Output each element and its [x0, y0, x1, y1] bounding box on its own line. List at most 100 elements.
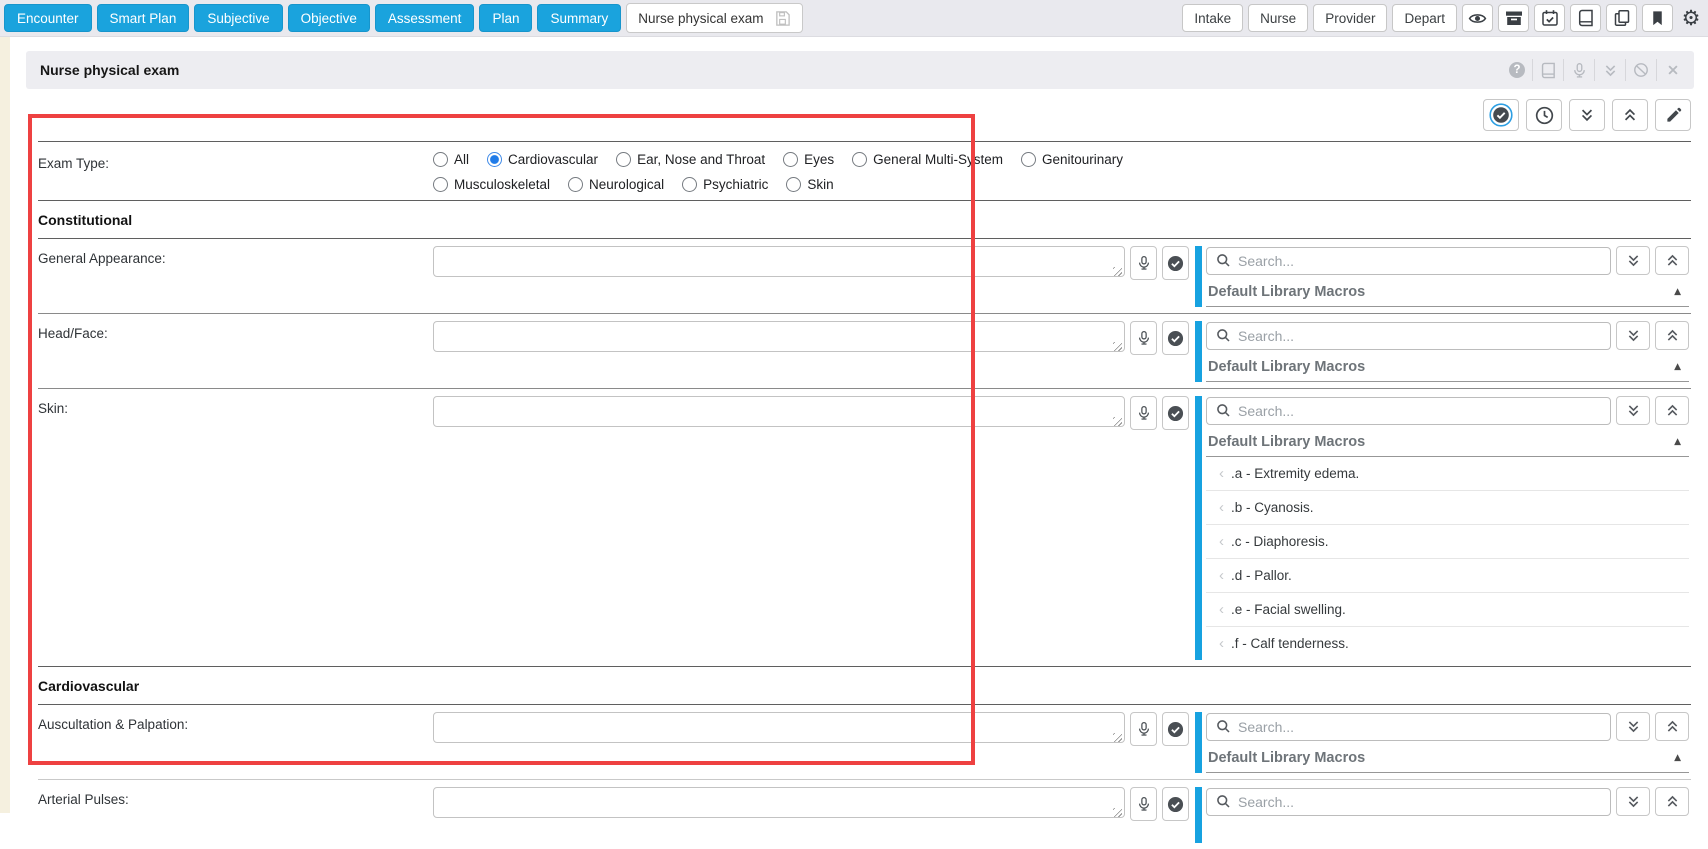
skin-textarea[interactable] — [433, 396, 1125, 427]
microphone-icon[interactable] — [1564, 59, 1595, 81]
nav-button-assessment[interactable]: Assessment — [375, 4, 475, 32]
macro-group-header[interactable]: Default Library Macros ▲ — [1206, 356, 1689, 382]
radio-genitourinary[interactable]: Genitourinary — [1021, 152, 1123, 167]
field-row-skin: Skin: D — [38, 388, 1691, 666]
macro-group-header[interactable]: Default Library Macros ▲ — [1206, 747, 1689, 773]
archive-button[interactable] — [1498, 4, 1529, 32]
confirm-normal-button[interactable] — [1162, 396, 1189, 430]
clock-icon — [1535, 106, 1554, 125]
dictate-button[interactable] — [1130, 787, 1157, 821]
macro-search-input[interactable] — [1238, 794, 1601, 810]
nav-button-subjective[interactable]: Subjective — [194, 4, 282, 32]
nav-button-objective[interactable]: Objective — [288, 4, 370, 32]
gear-icon: ⚙ — [1682, 8, 1701, 29]
schedule-button[interactable] — [1534, 4, 1565, 32]
bookmark-button[interactable] — [1642, 4, 1673, 32]
confirm-normal-button[interactable] — [1162, 787, 1189, 821]
macro-search-input[interactable] — [1238, 328, 1601, 344]
auscultation-textarea[interactable] — [433, 712, 1125, 743]
expand-macros-button[interactable] — [1616, 246, 1650, 275]
ban-icon[interactable] — [1626, 59, 1657, 81]
history-button[interactable] — [1526, 99, 1562, 131]
bookmark-icon — [1649, 10, 1666, 27]
search-icon — [1216, 794, 1231, 809]
expand-macros-button[interactable] — [1616, 396, 1650, 425]
exam-type-label: Exam Type: — [38, 151, 433, 192]
radio-circle — [786, 177, 801, 192]
nav-button-plan[interactable]: Plan — [479, 4, 532, 32]
expand-all-sections-button[interactable] — [1569, 99, 1605, 131]
macro-group-header[interactable]: Default Library Macros ▲ — [1206, 431, 1689, 457]
help-icon[interactable]: ? — [1502, 59, 1533, 81]
stage-button-provider[interactable]: Provider — [1313, 4, 1387, 32]
macro-search-input[interactable] — [1238, 719, 1601, 735]
stage-button-depart[interactable]: Depart — [1392, 4, 1457, 32]
macro-search-box — [1206, 322, 1611, 350]
library-button[interactable] — [1570, 4, 1601, 32]
radio-all[interactable]: All — [433, 152, 469, 167]
confirm-normal-button[interactable] — [1162, 321, 1189, 355]
macro-search-input[interactable] — [1238, 403, 1601, 419]
edit-button[interactable] — [1655, 99, 1691, 131]
macro-search-box — [1206, 713, 1611, 741]
macro-group-header[interactable]: Default Library Macros ▲ — [1206, 281, 1689, 307]
macro-search-box — [1206, 247, 1611, 275]
collapse-macros-button[interactable] — [1655, 246, 1689, 275]
radio-ear-nose-throat[interactable]: Ear, Nose and Throat — [616, 152, 765, 167]
collapse-macros-button[interactable] — [1655, 396, 1689, 425]
form-actions-row — [10, 89, 1708, 141]
stage-button-intake[interactable]: Intake — [1182, 4, 1243, 32]
head-face-textarea[interactable] — [433, 321, 1125, 352]
preview-button[interactable] — [1462, 4, 1493, 32]
macro-item-diaphoresis[interactable]: ‹.c - Diaphoresis. — [1206, 525, 1689, 559]
macro-item-facial-swelling[interactable]: ‹.e - Facial swelling. — [1206, 593, 1689, 627]
nav-button-encounter[interactable]: Encounter — [4, 4, 92, 32]
radio-psychiatric[interactable]: Psychiatric — [682, 177, 768, 192]
expand-macros-button[interactable] — [1616, 787, 1650, 816]
stage-button-nurse[interactable]: Nurse — [1248, 4, 1308, 32]
general-appearance-textarea[interactable] — [433, 246, 1125, 277]
nav-button-summary[interactable]: Summary — [537, 4, 621, 32]
exam-form: Exam Type: All Cardiovascular Ear, Nose … — [38, 141, 1691, 849]
radio-circle — [568, 177, 583, 192]
field-label: Skin: — [38, 396, 433, 660]
arterial-pulses-textarea[interactable] — [433, 787, 1125, 818]
collapse-macros-button[interactable] — [1655, 321, 1689, 350]
nav-button-smart-plan[interactable]: Smart Plan — [97, 4, 190, 32]
dictate-button[interactable] — [1130, 396, 1157, 430]
active-tab-label: Nurse physical exam — [638, 11, 763, 26]
radio-skin[interactable]: Skin — [786, 177, 833, 192]
expand-macros-button[interactable] — [1616, 321, 1650, 350]
complete-button[interactable] — [1483, 99, 1519, 131]
dictate-button[interactable] — [1130, 321, 1157, 355]
radio-musculoskeletal[interactable]: Musculoskeletal — [433, 177, 550, 192]
confirm-normal-button[interactable] — [1162, 712, 1189, 746]
macro-item-pallor[interactable]: ‹.d - Pallor. — [1206, 559, 1689, 593]
active-tab-nurse-physical-exam[interactable]: Nurse physical exam — [626, 3, 802, 33]
radio-eyes[interactable]: Eyes — [783, 152, 834, 167]
top-toolbar: Encounter Smart Plan Subjective Objectiv… — [0, 0, 1708, 37]
collapse-panel-icon[interactable] — [1595, 59, 1626, 81]
copy-forward-button[interactable] — [1606, 4, 1637, 32]
radio-neurological[interactable]: Neurological — [568, 177, 664, 192]
macro-item-extremity-edema[interactable]: ‹.a - Extremity edema. — [1206, 457, 1689, 491]
collapse-all-sections-button[interactable] — [1612, 99, 1648, 131]
radio-circle — [852, 152, 867, 167]
collapse-macros-button[interactable] — [1655, 787, 1689, 816]
collapse-macros-button[interactable] — [1655, 712, 1689, 741]
dictate-button[interactable] — [1130, 246, 1157, 280]
field-row-general-appearance: General Appearance: — [38, 238, 1691, 313]
expand-macros-button[interactable] — [1616, 712, 1650, 741]
settings-button[interactable]: ⚙ — [1678, 4, 1704, 32]
radio-cardiovascular[interactable]: Cardiovascular — [487, 152, 598, 167]
close-icon[interactable] — [1657, 59, 1688, 81]
radio-general-multi-system[interactable]: General Multi-System — [852, 152, 1003, 167]
macro-item-calf-tenderness[interactable]: ‹.f - Calf tenderness. — [1206, 627, 1689, 660]
section-cardiovascular: Cardiovascular — [38, 666, 1691, 704]
macro-item-cyanosis[interactable]: ‹.b - Cyanosis. — [1206, 491, 1689, 525]
book-icon[interactable] — [1533, 59, 1564, 81]
chevron-left-icon: ‹ — [1219, 568, 1224, 583]
confirm-normal-button[interactable] — [1162, 246, 1189, 280]
dictate-button[interactable] — [1130, 712, 1157, 746]
macro-search-input[interactable] — [1238, 253, 1601, 269]
